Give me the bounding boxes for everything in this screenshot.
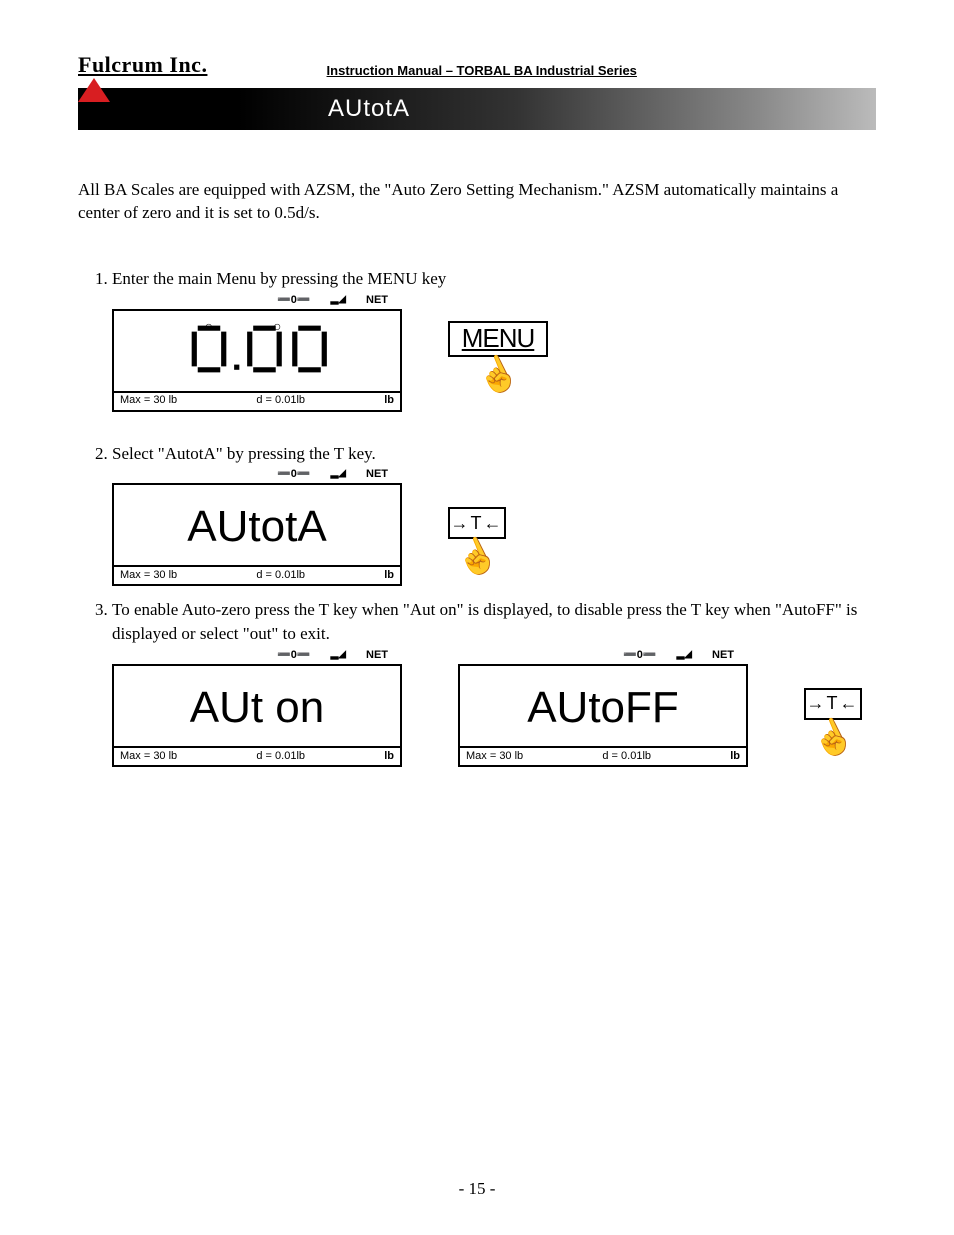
lcd-value-autota: AUtotA bbox=[187, 501, 326, 549]
menu-button[interactable]: MENU bbox=[448, 321, 548, 357]
lcd-d: d = 0.01lb bbox=[177, 393, 384, 408]
lcd-display-autoff: ➖0➖ ▂◢ NET AUtoFF Max = 30 lb d = 0.01lb… bbox=[458, 648, 748, 767]
lcd-display-step1: ➖0➖ ▂◢ NET ○ ○ bbox=[112, 293, 402, 412]
lcd-value-autoff: AUtoFF bbox=[527, 682, 679, 730]
lcd-indicator-dots: ○ ○ bbox=[114, 317, 400, 337]
stable-icon: ▂◢ bbox=[677, 648, 692, 662]
lcd-unit: lb bbox=[384, 393, 394, 408]
net-icon: NET bbox=[712, 648, 734, 662]
pointer-hand-icon: ☝ bbox=[472, 351, 525, 400]
t-button[interactable]: →T← bbox=[804, 688, 862, 720]
pointer-hand-icon: ☝ bbox=[807, 715, 860, 764]
net-icon: NET bbox=[366, 293, 388, 307]
lcd-max: Max = 30 lb bbox=[120, 393, 177, 408]
section-banner: AUtotA bbox=[78, 88, 876, 130]
step-2-text: Select "AutotA" by pressing the T key. bbox=[112, 444, 376, 463]
lcd-max: Max = 30 lb bbox=[120, 749, 177, 764]
step-1-text: Enter the main Menu by pressing the MENU… bbox=[112, 269, 446, 288]
page-number: - 15 - bbox=[0, 1179, 954, 1199]
lcd-unit: lb bbox=[384, 749, 394, 764]
pointer-hand-icon: ☝ bbox=[451, 534, 504, 583]
page-header: Fulcrum Inc. Instruction Manual – TORBAL… bbox=[78, 52, 876, 80]
t-key-figure: →T← ☝ bbox=[448, 507, 506, 575]
step-3: To enable Auto-zero press the T key when… bbox=[112, 598, 876, 767]
t-button[interactable]: →T← bbox=[448, 507, 506, 539]
stable-icon: ▂◢ bbox=[331, 293, 346, 307]
lcd-display-step2: ➖0➖ ▂◢ NET AUtotA Max = 30 lb d = 0.01lb… bbox=[112, 467, 402, 586]
step-2: Select "AutotA" by pressing the T key. ➖… bbox=[112, 442, 876, 587]
stable-icon: ▂◢ bbox=[331, 467, 346, 481]
banner-title: AUtotA bbox=[328, 95, 410, 123]
lcd-display-auton: ➖0➖ ▂◢ NET AUt on Max = 30 lb d = 0.01lb… bbox=[112, 648, 402, 767]
menu-key-figure: MENU ☝ bbox=[448, 321, 548, 393]
lcd-d: d = 0.01lb bbox=[177, 749, 384, 764]
lcd-value-auton: AUt on bbox=[190, 682, 325, 730]
t-key-figure-2: →T← ☝ bbox=[804, 688, 862, 756]
step-3-text: To enable Auto-zero press the T key when… bbox=[112, 600, 857, 643]
brand-triangle-icon bbox=[78, 78, 110, 102]
zero-icon: ➖0➖ bbox=[623, 648, 657, 662]
company-name: Fulcrum Inc. bbox=[78, 52, 207, 78]
lcd-unit: lb bbox=[384, 568, 394, 583]
lcd-d: d = 0.01lb bbox=[177, 568, 384, 583]
manual-title: Instruction Manual – TORBAL BA Industria… bbox=[207, 63, 756, 78]
net-icon: NET bbox=[366, 467, 388, 481]
lcd-d: d = 0.01lb bbox=[523, 749, 730, 764]
lcd-max: Max = 30 lb bbox=[466, 749, 523, 764]
lcd-max: Max = 30 lb bbox=[120, 568, 177, 583]
stable-icon: ▂◢ bbox=[331, 648, 346, 662]
step-1: Enter the main Menu by pressing the MENU… bbox=[112, 267, 876, 412]
zero-icon: ➖0➖ bbox=[277, 648, 311, 662]
zero-icon: ➖0➖ bbox=[277, 293, 311, 307]
lcd-unit: lb bbox=[730, 749, 740, 764]
intro-paragraph: All BA Scales are equipped with AZSM, th… bbox=[78, 179, 876, 225]
net-icon: NET bbox=[366, 648, 388, 662]
zero-icon: ➖0➖ bbox=[277, 467, 311, 481]
